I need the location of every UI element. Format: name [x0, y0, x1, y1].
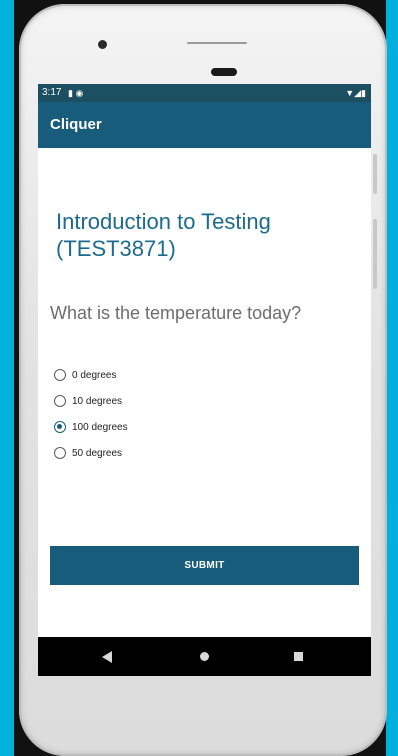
navigation-bar: [38, 637, 371, 676]
submit-button[interactable]: SUBMIT: [50, 546, 359, 585]
power-button: [373, 154, 377, 194]
home-icon[interactable]: [200, 652, 209, 661]
question-text: What is the temperature today?: [50, 303, 302, 323]
volume-button: [373, 219, 377, 289]
course-title-line1: Introduction to Testing: [56, 209, 271, 234]
wifi-icon: ▼: [345, 88, 355, 98]
course-title: Introduction to Testing (TEST3871): [56, 208, 356, 262]
option-100-degrees[interactable]: 100 degrees: [54, 414, 128, 440]
answer-options: 0 degrees 10 degrees 100 degrees 50 degr…: [54, 362, 128, 466]
earpiece: [211, 68, 237, 76]
app-bar: Cliquer: [38, 102, 371, 148]
option-label: 100 degrees: [72, 421, 128, 433]
option-50-degrees[interactable]: 50 degrees: [54, 440, 128, 466]
app-title: Cliquer: [50, 116, 102, 133]
option-label: 0 degrees: [72, 369, 117, 381]
radio-button[interactable]: [54, 369, 66, 381]
status-icons-left: ▮ ◉: [68, 84, 83, 102]
front-camera: [98, 40, 107, 49]
battery-icon: ▮: [361, 88, 366, 98]
recent-apps-icon[interactable]: [294, 652, 303, 661]
radio-button-selected[interactable]: [54, 421, 66, 433]
signal-icon: ◢: [354, 88, 362, 98]
status-time: 3:17: [42, 87, 62, 98]
sim-icon: ▮: [68, 88, 73, 98]
course-title-line2: (TEST3871): [56, 236, 176, 261]
radio-button[interactable]: [54, 395, 66, 407]
status-bar: 3:17 ▮ ◉ ▼◢▮: [38, 84, 371, 102]
speaker-grille: [187, 42, 247, 44]
option-0-degrees[interactable]: 0 degrees: [54, 362, 128, 388]
back-icon[interactable]: [102, 651, 112, 663]
status-icons-right: ▼◢▮: [345, 84, 366, 102]
option-label: 50 degrees: [72, 447, 123, 459]
radio-button[interactable]: [54, 447, 66, 459]
data-saver-icon: ◉: [75, 88, 84, 98]
stage: 3:17 ▮ ◉ ▼◢▮ Cliquer Introduction to Tes…: [0, 0, 398, 756]
option-10-degrees[interactable]: 10 degrees: [54, 388, 128, 414]
screen: 3:17 ▮ ◉ ▼◢▮ Cliquer Introduction to Tes…: [38, 84, 371, 676]
option-label: 10 degrees: [72, 395, 123, 407]
